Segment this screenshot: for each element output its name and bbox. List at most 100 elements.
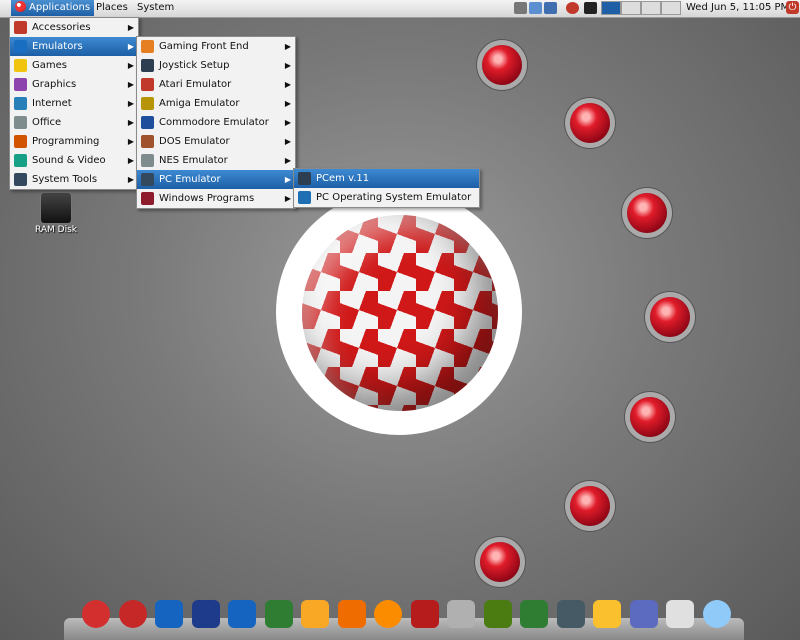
s-dock-icon[interactable] <box>264 600 293 628</box>
menu-item-label: NES Emulator <box>159 155 228 166</box>
menu-item-label: Games <box>32 60 67 71</box>
gog-dock-icon[interactable] <box>483 600 512 628</box>
menu-item-sound-video[interactable]: Sound & Video ▶ <box>10 151 138 170</box>
clock[interactable]: Wed Jun 5, 11:05 PM <box>686 0 789 16</box>
ram-disk-desktop-icon[interactable]: RAM Disk <box>28 192 84 235</box>
pinwheel-dock-icon[interactable] <box>337 600 366 628</box>
menu-item-graphics[interactable]: Graphics ▶ <box>10 75 138 94</box>
power-icon[interactable]: ⏻ <box>786 1 799 14</box>
menu-item-label: Accessories <box>32 22 91 33</box>
red-orb <box>630 397 670 437</box>
boing-dock-icon[interactable] <box>118 600 147 628</box>
red-orb <box>480 542 520 582</box>
submenu-item-amiga-emulator[interactable]: Amiga Emulator ▶ <box>137 94 295 113</box>
places-menu[interactable]: Places <box>92 0 132 16</box>
menu-item-programming[interactable]: Programming ▶ <box>10 132 138 151</box>
gaming-front-end-icon <box>141 40 154 53</box>
cartridge-dock-icon[interactable] <box>520 600 548 628</box>
red-orb <box>650 297 690 337</box>
menu-item-label: Amiga Emulator <box>159 98 240 109</box>
menu-item-label: DOS Emulator <box>159 136 230 147</box>
blank-dock-icon[interactable] <box>666 600 694 628</box>
amiga-forever-dock-icon[interactable] <box>155 600 183 628</box>
chevron-right-icon: ▶ <box>127 118 134 127</box>
menu-item-accessories[interactable]: Accessories ▶ <box>10 18 138 37</box>
submenu-item-dos-emulator[interactable]: DOS Emulator ▶ <box>137 132 295 151</box>
joystick-dock-icon[interactable] <box>410 600 439 628</box>
submenu-item-joystick-setup[interactable]: Joystick Setup ▶ <box>137 56 295 75</box>
menu-item-label: Sound & Video <box>32 155 106 166</box>
pc-item-pcem-v-11[interactable]: PCem v.11 <box>294 169 479 188</box>
sound-video-icon <box>14 154 27 167</box>
menu-item-emulators[interactable]: Emulators ▶ <box>10 37 138 56</box>
tool-dock-icon[interactable] <box>556 600 585 628</box>
menu-item-internet[interactable]: Internet ▶ <box>10 94 138 113</box>
amiga-icon <box>141 97 154 110</box>
chevron-right-icon: ▶ <box>284 42 291 51</box>
submenu-item-nes-emulator[interactable]: NES Emulator ▶ <box>137 151 295 170</box>
pc-icon <box>141 173 154 186</box>
accessories-icon <box>14 21 27 34</box>
games-icon <box>14 59 27 72</box>
chevron-right-icon: ▶ <box>127 175 134 184</box>
workspace-4[interactable] <box>661 1 681 15</box>
pc-emulator-submenu: PCem v.11 PC Operating System Emulator <box>293 168 480 208</box>
r-dock-icon[interactable] <box>301 600 329 628</box>
ram-disk-label: RAM Disk <box>34 225 77 235</box>
chevron-right-icon: ▶ <box>127 80 134 89</box>
applications-icon <box>15 1 26 12</box>
menu-item-system-tools[interactable]: System Tools ▶ <box>10 170 138 189</box>
record-tray-icon[interactable] <box>566 2 579 14</box>
menu-item-label: Graphics <box>32 79 77 90</box>
submenu-item-pc-emulator[interactable]: PC Emulator ▶ <box>137 170 295 189</box>
disc-dock-icon[interactable] <box>374 600 402 628</box>
fs-uae-dock-icon[interactable] <box>228 600 256 628</box>
trash-dock-icon[interactable] <box>702 600 731 628</box>
applications-menu[interactable]: Applications <box>11 0 95 16</box>
applications-dropdown: Accessories ▶ Emulators ▶ Games ▶ Graphics ▶ Int… <box>9 17 139 190</box>
workspace-2[interactable] <box>621 1 641 15</box>
vmware-icon <box>298 191 311 204</box>
submenu-item-gaming-front-end[interactable]: Gaming Front End ▶ <box>137 37 295 56</box>
menu-item-label: Commodore Emulator <box>159 117 269 128</box>
dbgl-dock-icon[interactable] <box>447 600 475 628</box>
amp-dock-icon[interactable] <box>593 600 621 628</box>
red-orb <box>482 45 522 85</box>
workspace-1[interactable] <box>601 1 621 15</box>
drive-icon <box>40 192 72 224</box>
chevron-right-icon: ▶ <box>284 118 291 127</box>
nes-icon <box>141 154 154 167</box>
terminal-tray-icon[interactable] <box>584 2 597 14</box>
chevron-right-icon: ▶ <box>284 194 291 203</box>
menu-item-label: Programming <box>32 136 100 147</box>
chevron-right-icon: ▶ <box>127 61 134 70</box>
emulators-icon <box>14 40 27 53</box>
computer-dock-icon[interactable] <box>629 600 658 628</box>
submenu-item-atari-emulator[interactable]: Atari Emulator ▶ <box>137 75 295 94</box>
menu-item-games[interactable]: Games ▶ <box>10 56 138 75</box>
network-tray-icon[interactable] <box>514 2 527 14</box>
monitor-tray-icon[interactable] <box>544 2 557 14</box>
chevron-right-icon: ▶ <box>127 99 134 108</box>
office-icon <box>14 116 27 129</box>
menu-item-label: Emulators <box>32 41 83 52</box>
menu-item-label: PCem v.11 <box>316 173 370 184</box>
commodore-dock-icon[interactable] <box>191 600 220 628</box>
submenu-item-windows-programs[interactable]: Windows Programs ▶ <box>137 189 295 208</box>
pc-item-pc-operating-system-emulator[interactable]: PC Operating System Emulator <box>294 188 479 207</box>
menu-item-label: System Tools <box>32 174 98 185</box>
chevron-right-icon: ▶ <box>284 80 291 89</box>
dos-icon <box>141 135 154 148</box>
workspace-3[interactable] <box>641 1 661 15</box>
chevron-right-icon: ▶ <box>127 23 134 32</box>
amiga-ball-dock-icon[interactable] <box>82 600 110 628</box>
chevron-right-icon: ▶ <box>127 42 134 51</box>
chevron-right-icon: ▶ <box>284 175 291 184</box>
menu-item-office[interactable]: Office ▶ <box>10 113 138 132</box>
commodore-icon <box>141 116 154 129</box>
display-tray-icon[interactable] <box>529 2 542 14</box>
chevron-right-icon: ▶ <box>284 156 291 165</box>
system-menu[interactable]: System <box>133 0 178 16</box>
emulators-submenu: Gaming Front End ▶ Joystick Setup ▶ Atari Em… <box>136 36 296 209</box>
submenu-item-commodore-emulator[interactable]: Commodore Emulator ▶ <box>137 113 295 132</box>
